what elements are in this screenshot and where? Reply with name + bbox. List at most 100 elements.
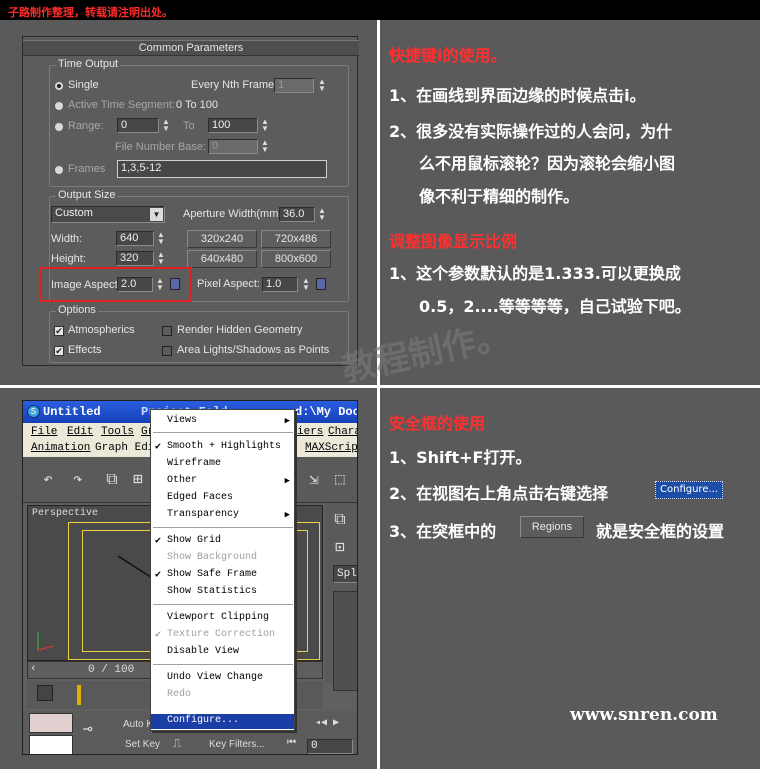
every-nth-spinner[interactable]: ▲ ▼ [318,78,326,93]
viewport-label[interactable]: Perspective [32,508,98,519]
preset-720x486-button[interactable]: 720x486 [261,230,331,248]
prev-frame-icon[interactable]: ◂◀ ▶ [315,717,339,729]
redo-icon[interactable]: ↷ [67,469,89,491]
check-icon: ✔ [155,442,162,453]
auto-key-button[interactable]: Auto K [123,719,153,730]
rollout-area[interactable] [333,591,357,691]
menu-item-viewport-clipping[interactable]: Viewport Clipping [167,612,269,623]
aperture-field[interactable]: 36.0 [279,207,315,222]
pixel-aspect-label: Pixel Aspect: [197,278,260,290]
command-panel: ⧉ ⊡ Splin [325,503,357,691]
key-icon[interactable]: ⊸ [83,719,93,739]
every-nth-field[interactable]: 1 [274,78,314,93]
prompt-field[interactable] [29,735,73,754]
range-from-field[interactable]: 0 [117,118,159,133]
menu-edit[interactable]: Edit [67,426,93,438]
menu-item-show-background[interactable]: Show Background [167,552,257,563]
aperture-label: Aperture Width(mm): [183,208,286,220]
panel-title[interactable]: Common Parameters [23,40,359,56]
key-tangent-icon[interactable]: ⎍ [173,737,181,751]
height-spinner[interactable]: ▲ ▼ [157,251,165,266]
object-type-field[interactable]: Splin [333,565,357,583]
frames-field[interactable]: 1,3,5-12 [117,160,327,178]
create-icon[interactable]: ⧉ [329,509,351,531]
single-radio[interactable] [55,82,63,90]
maxscript-listener[interactable] [29,713,73,733]
atmospherics-checkbox[interactable]: ✔ [54,326,64,336]
preset-320x240-button[interactable]: 320x240 [187,230,257,248]
pixel-aspect-spinner[interactable]: ▲ ▼ [302,277,310,292]
menu-item-show-safe-frame[interactable]: Show Safe Frame [167,569,257,580]
max-logo-icon[interactable]: S [27,405,40,418]
check-icon: ✔ [155,570,162,581]
goto-start-icon[interactable]: ⏮ [287,737,296,749]
link-icon[interactable]: ⧉ [101,469,123,491]
area-lights-checkbox[interactable] [162,346,172,356]
active-segment-radio[interactable] [55,102,63,110]
common-parameters-panel: Common Parameters Time Output Single Eve… [22,36,359,366]
menu-character[interactable]: Chara [328,426,357,438]
time-marker[interactable] [77,685,81,705]
preset-800x600-button[interactable]: 800x600 [261,250,331,268]
width-field[interactable]: 640 [116,231,154,246]
select-icon[interactable]: ⇲ [303,469,325,491]
range-to-spinner[interactable]: ▲ ▼ [261,118,269,133]
menu-item-views[interactable]: Views [167,415,197,426]
aspect-heading: 调整图像显示比例 [389,232,518,251]
file-number-base-spinner[interactable]: ▲ ▼ [261,139,269,154]
file-number-base-label: File Number Base: [115,141,207,153]
pixel-aspect-field[interactable]: 1.0 [262,277,298,292]
menu-item-show-grid[interactable]: Show Grid [167,535,221,546]
tip-line-3a: 1、这个参数默认的是1.333.可以更换成 [389,264,681,283]
menu-separator [153,527,293,528]
mini-curve-icon[interactable] [37,685,53,701]
chevron-left-icon[interactable]: ‹ [30,663,37,675]
menu-animation[interactable]: Animation [31,442,90,454]
width-spinner[interactable]: ▲ ▼ [157,231,165,246]
unlink-icon[interactable]: ⊞ [127,469,149,491]
menu-item-smooth-highlights[interactable]: Smooth + Highlights [167,441,281,452]
modify-icon[interactable]: ⊡ [329,537,351,559]
area-lights-label: Area Lights/Shadows as Points [177,344,330,356]
menu-item-edged-faces[interactable]: Edged Faces [167,492,233,503]
tip-line-3b: 0.5，2....等等等等，自己试验下吧。 [419,297,691,316]
frames-radio[interactable] [55,166,63,174]
height-field[interactable]: 320 [116,251,154,266]
file-number-base-field[interactable]: 0 [208,139,258,154]
preset-dropdown[interactable]: Custom [51,206,165,223]
menu-tools[interactable]: Tools [101,426,134,438]
menu-item-undo-view-change[interactable]: Undo View Change [167,672,263,683]
render-hidden-checkbox[interactable] [162,326,172,336]
range-to-field[interactable]: 100 [208,118,258,133]
menu-item-redo[interactable]: Redo [167,689,191,700]
tip-regions-a: 3、在突框中的 [389,522,497,541]
horizontal-divider [0,385,760,388]
menu-file[interactable]: File [31,426,57,438]
key-filters-button[interactable]: Key Filters... [209,739,265,750]
effects-checkbox[interactable]: ✔ [54,346,64,356]
time-slider-value: 0 / 100 [88,664,135,676]
menu-item-texture-correction[interactable]: Texture Correction [167,629,275,640]
preset-640x480-button[interactable]: 640x480 [187,250,257,268]
menu-item-configure[interactable]: Configure... [167,715,239,726]
watermark: 教程制作。 [338,315,514,391]
range-from-spinner[interactable]: ▲ ▼ [162,118,170,133]
menu-item-transparency[interactable]: Transparency [167,509,239,520]
pixel-lock-icon[interactable] [316,278,326,290]
set-key-button[interactable]: Set Key [125,739,160,750]
chevron-down-icon[interactable]: ▼ [150,208,163,221]
menu-item-other[interactable]: Other [167,475,197,486]
undo-icon[interactable]: ↶ [37,469,59,491]
current-frame-field[interactable]: 0 [307,739,353,754]
site-url: www.snren.com [570,705,718,725]
menu-item-wireframe[interactable]: Wireframe [167,458,221,469]
region-select-icon[interactable]: ⬚ [329,469,351,491]
range-radio[interactable] [55,123,63,131]
menu-maxscript[interactable]: MAXScript [305,442,357,454]
menu-item-disable-view[interactable]: Disable View [167,646,239,657]
viewport-context-menu: Views ▶ ✔ Smooth + Highlights Wireframe … [150,409,295,731]
vertical-divider [377,20,380,769]
menu-item-show-statistics[interactable]: Show Statistics [167,586,257,597]
aperture-spinner[interactable]: ▲ ▼ [318,207,326,222]
menu-modifiers[interactable]: iers [297,426,323,438]
